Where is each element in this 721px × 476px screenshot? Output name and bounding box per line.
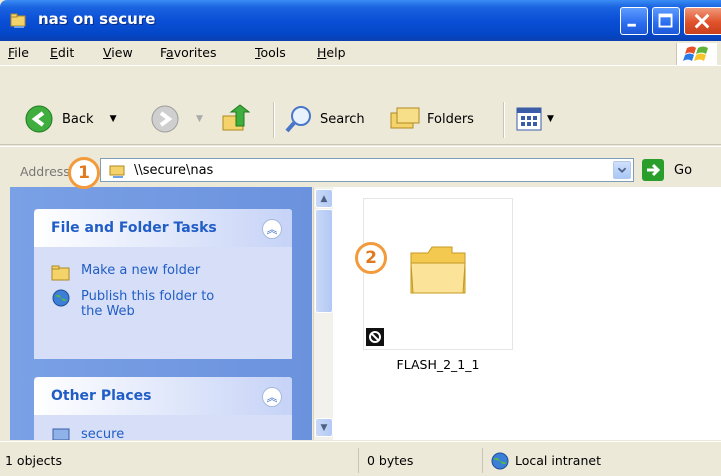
- back-arrow-icon: [25, 105, 53, 133]
- menu-favorites[interactable]: Favorites: [160, 45, 216, 60]
- go-button[interactable]: Go: [642, 158, 717, 182]
- back-label: Back: [62, 111, 94, 127]
- menu-help[interactable]: Help: [317, 45, 346, 60]
- new-folder-icon: [51, 265, 70, 281]
- close-button[interactable]: [684, 7, 721, 35]
- title-bar[interactable]: nas on secure: [0, 0, 721, 41]
- maximize-icon: [658, 13, 673, 28]
- scroll-up-button[interactable]: ▲: [315, 189, 333, 208]
- task-pane: File and Folder Tasks ︽ Make a new folde…: [10, 187, 312, 440]
- callout-1: 1: [68, 157, 100, 189]
- zone-label: Local intranet: [515, 453, 601, 468]
- address-input[interactable]: \\secure\nas: [100, 158, 634, 182]
- secure-link[interactable]: secure: [51, 427, 124, 440]
- shared-overlay-icon: [366, 328, 384, 346]
- search-label: Search: [320, 111, 365, 127]
- forward-dropdown-icon[interactable]: ▼: [196, 114, 203, 124]
- folder-icon: [410, 246, 466, 294]
- forward-button[interactable]: ▼: [150, 104, 203, 134]
- search-button[interactable]: Search: [284, 104, 365, 134]
- task-label: Make a new folder: [81, 263, 201, 278]
- folder-item[interactable]: [363, 198, 513, 350]
- panel-header[interactable]: File and Folder Tasks ︽: [34, 209, 292, 247]
- search-icon: [285, 106, 311, 133]
- windows-logo-icon: [676, 43, 717, 65]
- make-new-folder-link[interactable]: Make a new folder: [51, 263, 200, 281]
- file-folder-tasks-panel: File and Folder Tasks ︽ Make a new folde…: [34, 209, 292, 359]
- collapse-icon[interactable]: ︽: [262, 387, 282, 407]
- other-places-panel: Other Places ︽ secure: [34, 377, 292, 440]
- collapse-icon[interactable]: ︽: [262, 219, 282, 239]
- status-zone: Local intranet: [482, 448, 721, 473]
- maximize-button[interactable]: [652, 7, 680, 35]
- computer-icon: [52, 428, 70, 440]
- toolbar-separator: [273, 102, 275, 138]
- back-button[interactable]: Back ▼: [24, 104, 116, 134]
- task-pane-scrollbar[interactable]: ▲ ▼: [313, 187, 333, 440]
- folders-icon: [390, 107, 420, 129]
- up-folder-icon: [222, 104, 250, 131]
- address-bar: Address \\secure\nas Go: [0, 146, 721, 187]
- network-folder-icon: [10, 13, 26, 28]
- scroll-thumb[interactable]: [315, 209, 333, 313]
- local-intranet-icon: [491, 452, 509, 469]
- file-view: FLASH_2_1_1: [333, 187, 721, 440]
- panel-header[interactable]: Other Places ︽: [34, 377, 292, 415]
- windows-flag-icon: [683, 46, 708, 61]
- status-size: 0 bytes: [358, 448, 482, 473]
- chevron-down-icon: [617, 167, 627, 174]
- panel-title: Other Places: [51, 388, 152, 404]
- callout-2: 2: [355, 242, 387, 274]
- menu-bar: File Edit View Favorites Tools Help: [0, 41, 721, 66]
- menu-file[interactable]: File: [8, 45, 29, 60]
- address-label: Address: [20, 164, 70, 179]
- status-objects: 1 objects: [5, 453, 62, 468]
- menu-edit[interactable]: Edit: [50, 45, 74, 60]
- task-label: secure: [81, 427, 125, 440]
- menu-view[interactable]: View: [103, 45, 133, 60]
- minimize-icon: [627, 23, 636, 27]
- minimize-button[interactable]: [620, 7, 648, 35]
- views-icon: [516, 107, 542, 131]
- address-value: \\secure\nas: [134, 163, 214, 178]
- views-button[interactable]: ▼: [515, 106, 554, 132]
- status-bar: 1 objects 0 bytes Local intranet: [0, 441, 721, 476]
- panel-title: File and Folder Tasks: [51, 220, 217, 236]
- task-label: Publish this folder to the Web: [81, 289, 215, 319]
- go-arrow-icon: [642, 159, 664, 181]
- up-folder-button[interactable]: [220, 104, 250, 134]
- close-icon: [694, 13, 710, 29]
- toolbar-separator: [503, 102, 505, 138]
- network-folder-icon: [109, 165, 125, 178]
- window-title: nas on secure: [38, 10, 156, 28]
- go-label: Go: [674, 162, 693, 178]
- folders-button[interactable]: Folders: [389, 104, 474, 134]
- address-dropdown-button[interactable]: [613, 161, 631, 179]
- scroll-down-button[interactable]: ▼: [315, 418, 333, 437]
- publish-web-link[interactable]: Publish this folder to the Web: [51, 289, 231, 319]
- explorer-window: nas on secure File Edit View Favorites T…: [0, 0, 721, 476]
- forward-arrow-icon: [151, 105, 179, 133]
- toolbar: Back ▼ ▼ Search Folders ▼: [0, 66, 721, 145]
- back-dropdown-icon[interactable]: ▼: [110, 114, 117, 124]
- views-dropdown-icon[interactable]: ▼: [547, 114, 554, 124]
- publish-globe-icon: [52, 289, 70, 307]
- menu-tools[interactable]: Tools: [255, 45, 286, 60]
- folders-label: Folders: [427, 111, 474, 127]
- folder-label: FLASH_2_1_1: [396, 357, 480, 372]
